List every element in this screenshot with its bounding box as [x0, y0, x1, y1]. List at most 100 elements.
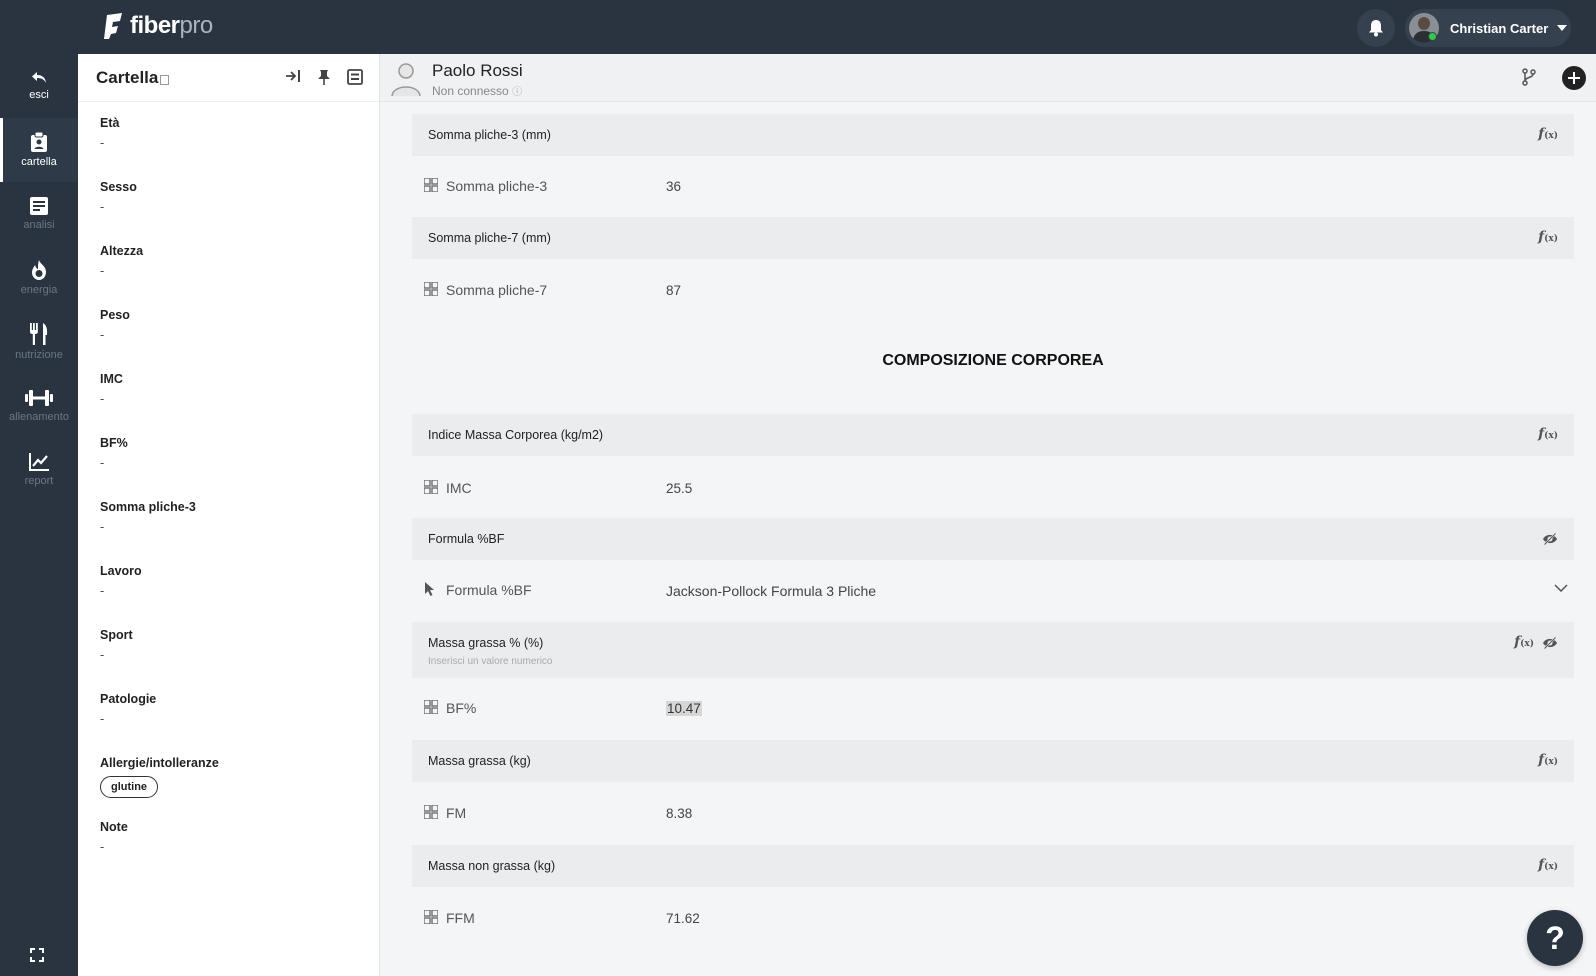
row-label: IMC — [446, 480, 472, 496]
field-label: BF% — [100, 436, 128, 450]
user-menu-button[interactable]: Christian Carter — [1405, 9, 1571, 47]
grid-icon — [424, 805, 438, 819]
nav-label-nutrizione: nutrizione — [15, 349, 63, 361]
collapse-panel-icon[interactable] — [285, 69, 301, 83]
top-bar: fiberpro Christian Carter — [0, 0, 1596, 54]
branch-icon[interactable] — [1522, 68, 1536, 86]
edit-form-icon[interactable] — [347, 69, 363, 85]
field-label: Peso — [100, 308, 130, 322]
field-label: Allergie/intolleranze — [100, 756, 219, 770]
row-value[interactable]: 87 — [666, 283, 681, 298]
patient-avatar-icon — [391, 63, 421, 96]
notifications-button[interactable] — [1357, 9, 1395, 47]
chevron-down-icon — [1557, 25, 1568, 31]
add-button[interactable] — [1562, 66, 1586, 90]
formula-select-row[interactable]: Formula %BF Jackson-Pollock Formula 3 Pl… — [412, 568, 1574, 612]
formula-icon[interactable]: f(x) — [1538, 126, 1558, 142]
field-label: Note — [100, 820, 128, 834]
help-button[interactable]: ? — [1527, 910, 1583, 966]
data-row: FM 8.38 — [412, 791, 1574, 835]
main-content: Somma pliche-3 (mm) f(x) Somma pliche-3 … — [380, 102, 1596, 976]
allergy-tag[interactable]: glutine — [100, 776, 159, 798]
field-value: - — [100, 648, 105, 662]
nav-item-analisi[interactable]: analisi — [0, 182, 78, 246]
field-label: Somma pliche-3 — [100, 500, 196, 514]
online-status-dot — [1428, 32, 1437, 41]
eye-slash-icon[interactable] — [1542, 636, 1558, 650]
field-value: - — [100, 264, 105, 278]
field-patologie: Patologie - — [100, 692, 156, 726]
row-value[interactable]: 71.62 — [666, 911, 700, 926]
data-row: FFM 71.62 — [412, 896, 1574, 940]
section-header: Formula %BF — [412, 518, 1574, 560]
section-header-title: Massa grassa (kg) — [428, 754, 531, 768]
nav-label-report: report — [24, 475, 54, 487]
patient-header: Paolo Rossi Non connesso ⓘ — [380, 54, 1596, 102]
formula-select-value[interactable]: Jackson-Pollock Formula 3 Pliche — [666, 583, 876, 599]
chevron-down-icon[interactable] — [1554, 584, 1568, 592]
formula-icon[interactable]: f(x) — [1538, 426, 1558, 442]
nav-label-allenamento: allenamento — [9, 411, 69, 423]
row-value[interactable]: 36 — [666, 179, 681, 194]
section-header: Somma pliche-7 (mm) f(x) — [412, 217, 1574, 259]
pin-icon[interactable] — [317, 69, 331, 85]
field-sesso: Sesso - — [100, 180, 137, 214]
field-value: - — [100, 328, 105, 342]
section-title: COMPOSIZIONE CORPOREA — [882, 352, 1104, 369]
brand-name: fiberpro — [130, 12, 213, 39]
info-circle-icon: ⓘ — [512, 87, 523, 98]
data-row: IMC 25.5 — [412, 466, 1574, 510]
back-arrow-icon — [32, 72, 46, 83]
section-header-title: Formula %BF — [428, 532, 505, 546]
field-label: IMC — [100, 372, 123, 386]
nav-item-esci[interactable]: esci — [0, 54, 78, 118]
section-header: Massa grassa (kg) f(x) — [412, 740, 1574, 782]
grid-icon — [424, 480, 438, 494]
field-value: - — [100, 520, 105, 534]
field-note: Note - — [100, 820, 128, 854]
row-value[interactable]: 8.38 — [666, 806, 692, 821]
row-label: Formula %BF — [446, 582, 532, 598]
patient-name: Paolo Rossi — [432, 61, 523, 80]
row-label: Somma pliche-3 — [446, 178, 548, 194]
field-value: - — [100, 392, 105, 406]
document-icon — [30, 197, 48, 215]
row-label: Somma pliche-7 — [446, 282, 548, 298]
user-name: Christian Carter — [1450, 20, 1549, 36]
formula-icon[interactable]: f(x) — [1538, 857, 1558, 873]
nav-item-nutrizione[interactable]: nutrizione — [0, 310, 78, 374]
bf-input-value[interactable]: 10.47 — [666, 701, 702, 716]
cartella-panel-title: Cartella — [96, 67, 159, 87]
formula-icon[interactable]: f(x) — [1514, 634, 1534, 650]
grid-icon — [424, 910, 438, 924]
logo[interactable]: fiberpro — [104, 12, 213, 40]
eye-slash-icon[interactable] — [1542, 532, 1558, 546]
chart-line-icon — [29, 453, 49, 471]
cursor-pointer-icon — [425, 582, 434, 596]
data-row: BF% 10.47 — [412, 686, 1574, 730]
cartella-panel-header: Cartella — [78, 54, 379, 102]
formula-icon[interactable]: f(x) — [1538, 752, 1558, 768]
field-label: Lavoro — [100, 564, 142, 578]
data-row: Somma pliche-3 36 — [412, 164, 1574, 208]
formula-icon[interactable]: f(x) — [1538, 229, 1558, 245]
field-peso: Peso - — [100, 308, 130, 342]
field-lavoro: Lavoro - — [100, 564, 142, 598]
section-header-title: Indice Massa Corporea (kg/m2) — [428, 428, 604, 442]
nav-label-cartella: cartella — [21, 156, 57, 168]
section-header-title: Somma pliche-7 (mm) — [428, 231, 551, 245]
row-label: FM — [446, 805, 467, 821]
nav-item-allenamento[interactable]: allenamento — [0, 374, 78, 438]
active-indicator — [0, 118, 3, 182]
section-header-title: Massa non grassa (kg) — [428, 859, 556, 873]
nav-item-report[interactable]: report — [0, 438, 78, 502]
nav-item-cartella[interactable]: cartella — [0, 118, 78, 182]
fork-knife-icon — [30, 323, 48, 345]
field-bf: BF% - — [100, 436, 128, 470]
nav-item-energia[interactable]: energia — [0, 246, 78, 310]
row-value[interactable]: 25.5 — [666, 481, 692, 496]
field-label: Sport — [100, 628, 133, 642]
fullscreen-icon[interactable] — [30, 948, 44, 962]
section-header-hint: Inserisci un valore numerico — [428, 656, 553, 667]
field-value: - — [100, 584, 105, 598]
